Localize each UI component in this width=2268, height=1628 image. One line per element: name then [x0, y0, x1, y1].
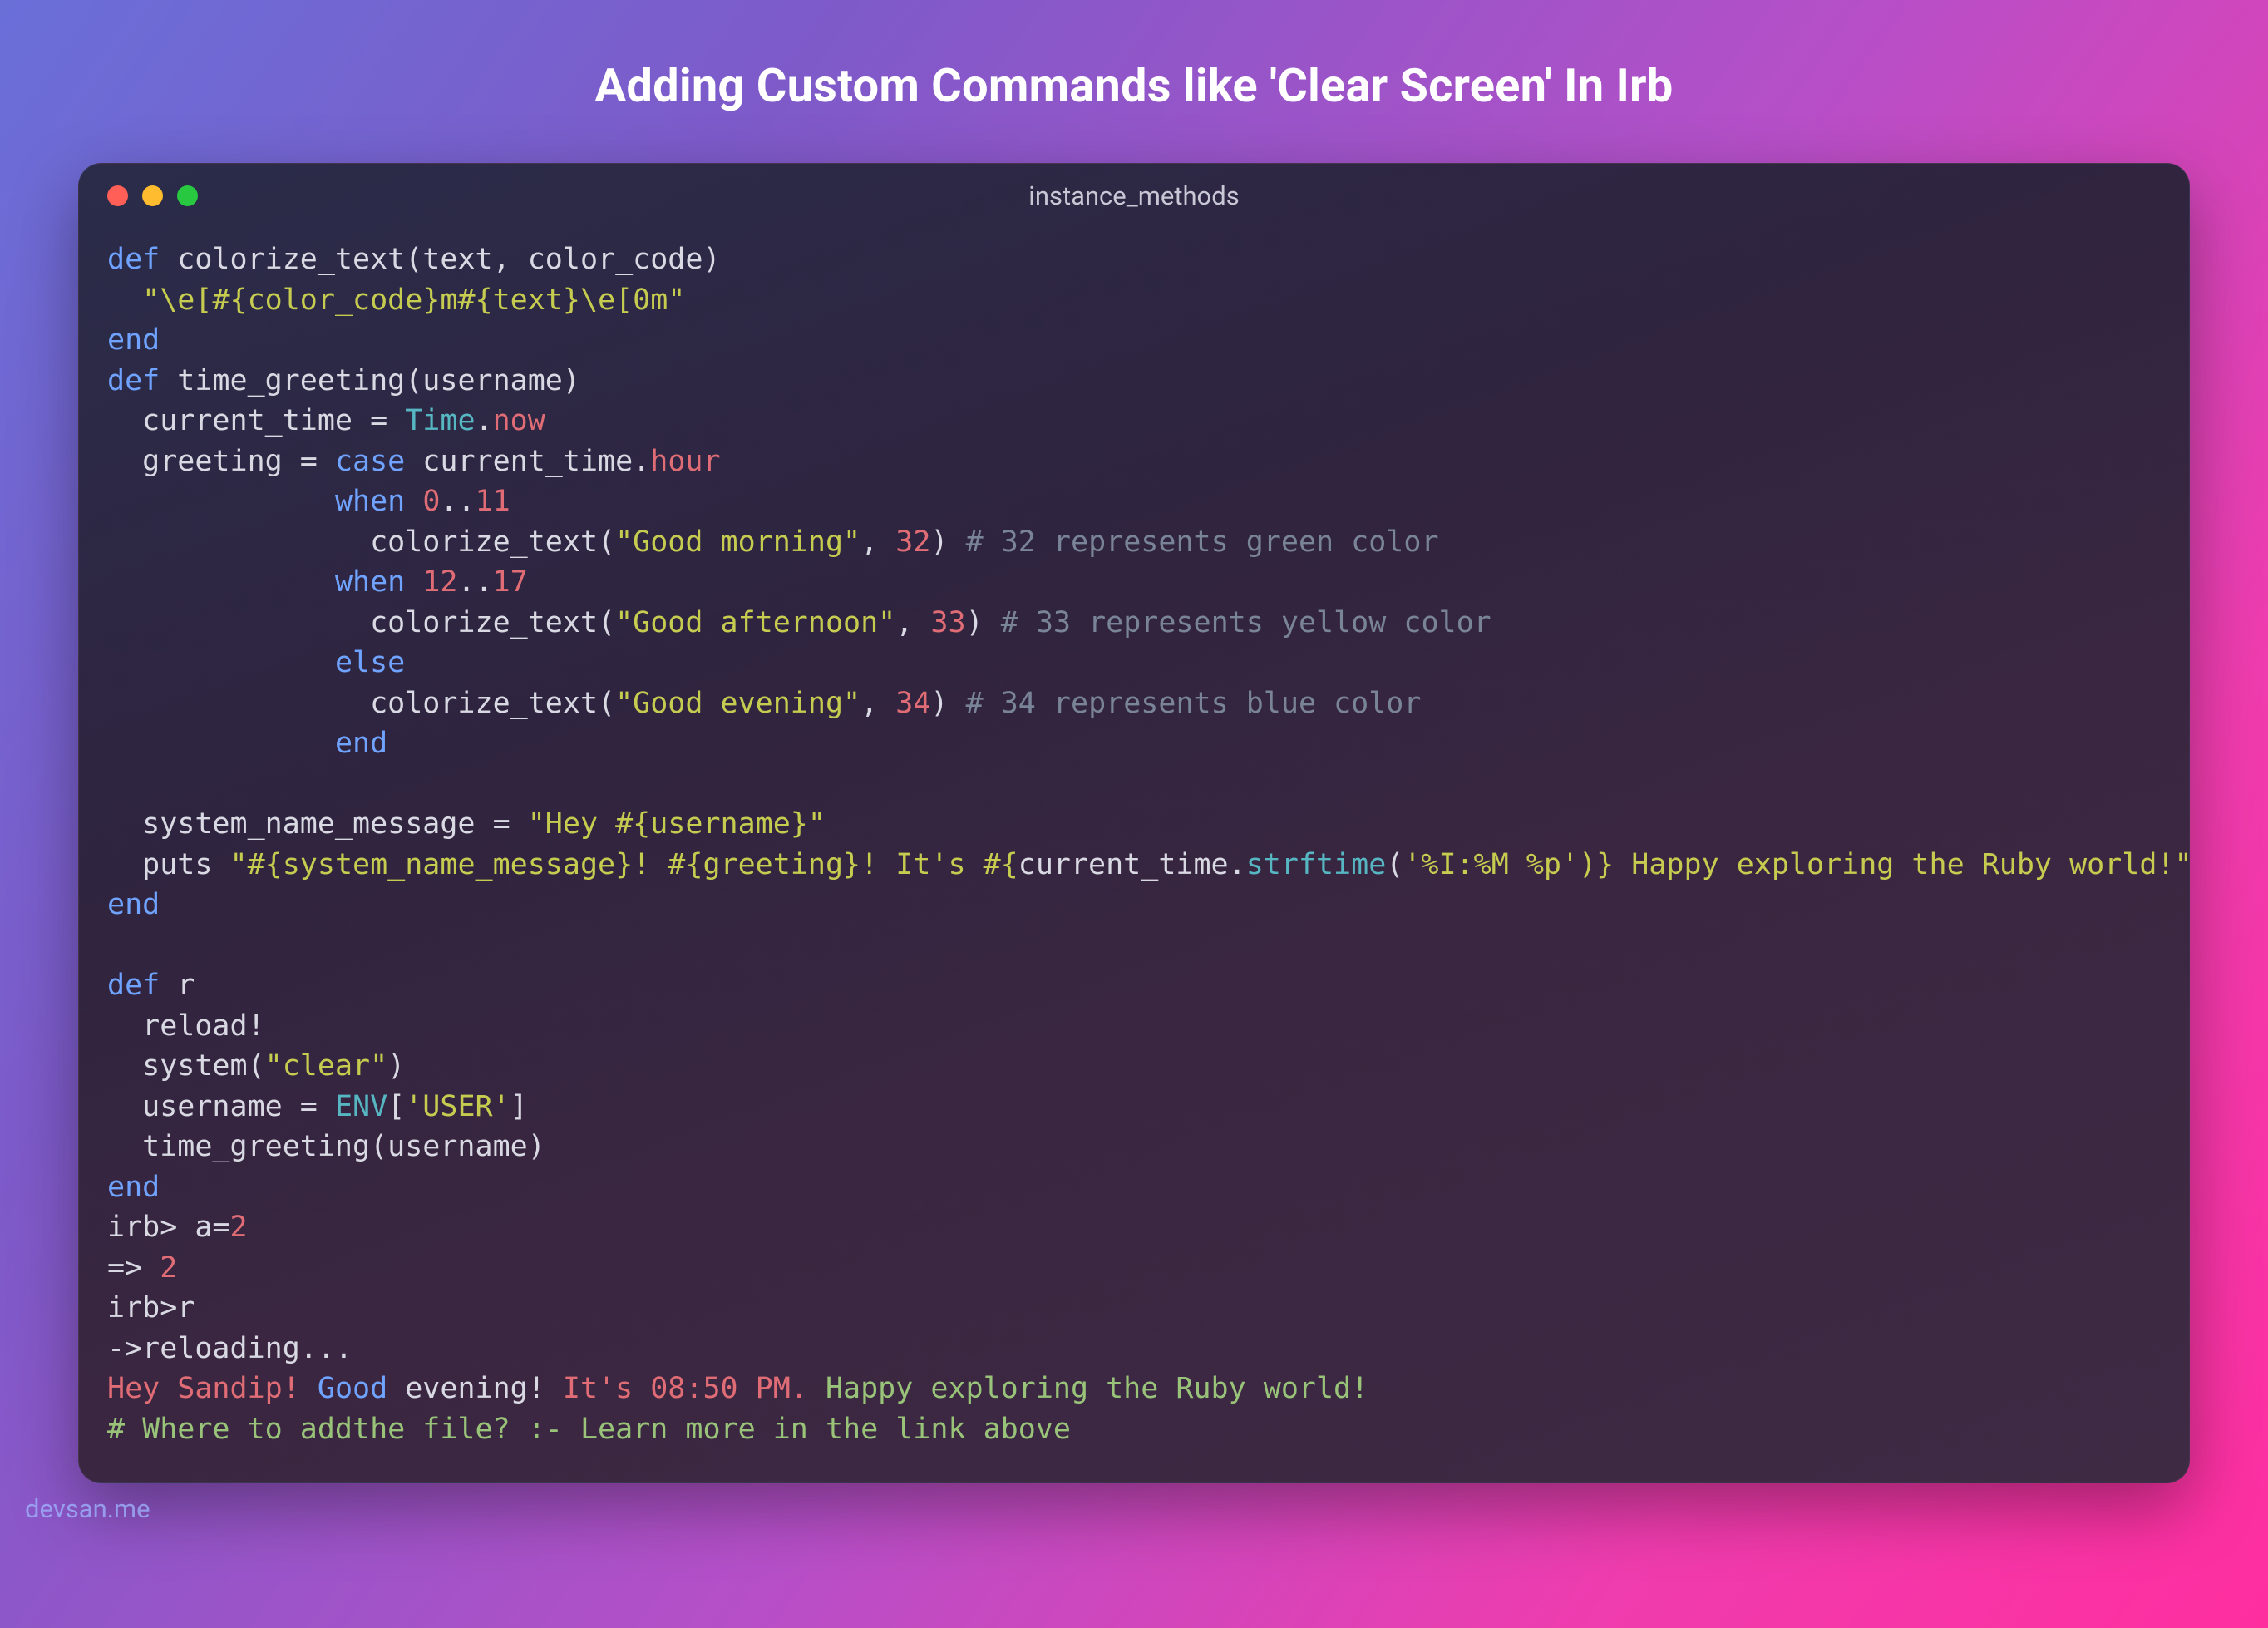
kw-end: end — [107, 323, 160, 357]
irb-result: => — [107, 1251, 160, 1285]
output-greeting: Hey Sandip! — [107, 1372, 300, 1405]
kw-end: end — [335, 727, 387, 760]
output-greeting: Good — [300, 1372, 387, 1405]
code-text: . — [476, 404, 493, 437]
code-block: def colorize_text(text, color_code) "\e[… — [79, 215, 2189, 1482]
code-text — [107, 284, 142, 317]
string-literal: "clear" — [265, 1049, 388, 1083]
code-text: colorize_text( — [107, 606, 615, 639]
number: 34 — [895, 687, 930, 720]
window-titlebar: instance_methods — [79, 164, 2189, 215]
kw-def: def — [107, 364, 160, 397]
method-call: hour — [650, 445, 720, 478]
code-text — [107, 646, 335, 679]
code-text: reload! — [107, 1009, 265, 1043]
number: 33 — [930, 606, 965, 639]
irb-prompt: irb> a= — [107, 1211, 230, 1244]
string-literal: "Good afternoon" — [615, 606, 895, 639]
code-text: ) — [930, 525, 965, 559]
output-time: It's 08:50 PM. — [563, 1372, 808, 1405]
string-literal: )} Happy exploring the Ruby world!" — [1579, 848, 2190, 881]
code-window: instance_methods def colorize_text(text,… — [78, 163, 2190, 1483]
code-text — [405, 565, 422, 599]
string-literal: "Hey #{username}" — [528, 807, 826, 841]
code-text: colorize_text( — [107, 525, 615, 559]
kw-else: else — [335, 646, 405, 679]
number: 17 — [493, 565, 528, 599]
number: 32 — [895, 525, 930, 559]
number: 0 — [422, 485, 440, 518]
kw-when: when — [335, 485, 405, 518]
comment-footer: # Where to addthe file? :- Learn more in… — [107, 1413, 1071, 1446]
code-text: system( — [107, 1049, 265, 1083]
comment: # 33 represents yellow color — [1001, 606, 1491, 639]
code-text: current_time. — [1018, 848, 1246, 881]
number: 2 — [230, 1211, 248, 1244]
const: Time — [405, 404, 475, 437]
code-text: system_name_message = — [107, 807, 528, 841]
code-text: [ — [387, 1090, 405, 1123]
code-text: colorize_text( — [107, 687, 615, 720]
code-text: ( — [1386, 848, 1403, 881]
code-text: current_time = — [107, 404, 405, 437]
code-text: , — [860, 525, 895, 559]
code-text: greeting = — [107, 445, 335, 478]
page-title: Adding Custom Commands like 'Clear Scree… — [595, 58, 1674, 113]
code-text: colorize_text(text, color_code) — [160, 243, 720, 276]
kw-end: end — [107, 888, 160, 921]
code-text: ) — [930, 687, 965, 720]
code-text: ) — [966, 606, 1001, 639]
method-call: now — [493, 404, 545, 437]
output-greeting: evening! — [387, 1372, 563, 1405]
method-call: strftime — [1246, 848, 1387, 881]
string-literal: '%I:%M %p' — [1403, 848, 1579, 881]
code-text — [405, 485, 422, 518]
code-text: username = — [107, 1090, 335, 1123]
irb-output: ->reloading... — [107, 1332, 353, 1365]
string-literal: "\e[#{color_code}m#{text}\e[0m" — [142, 284, 685, 317]
code-text: time_greeting(username) — [160, 364, 580, 397]
const: ENV — [335, 1090, 387, 1123]
code-text — [107, 727, 335, 760]
string-literal: "Good morning" — [615, 525, 860, 559]
code-text: ) — [387, 1049, 405, 1083]
code-text: puts — [107, 848, 230, 881]
code-text: r — [160, 969, 195, 1002]
code-text: current_time. — [405, 445, 650, 478]
code-text: , — [860, 687, 895, 720]
window-title: instance_methods — [79, 180, 2189, 211]
code-text — [107, 485, 335, 518]
irb-prompt: irb>r — [107, 1291, 195, 1325]
kw-def: def — [107, 243, 160, 276]
code-text: .. — [457, 565, 492, 599]
code-text: time_greeting(username) — [107, 1130, 545, 1163]
footer-credit: devsan.me — [25, 1493, 150, 1524]
comment: # 32 represents green color — [966, 525, 1439, 559]
string-literal: "Good evening" — [615, 687, 860, 720]
kw-def: def — [107, 969, 160, 1002]
code-text: , — [895, 606, 930, 639]
code-text — [107, 565, 335, 599]
string-literal: 'USER' — [405, 1090, 510, 1123]
code-text: .. — [440, 485, 475, 518]
output-tail: Happy exploring the Ruby world! — [808, 1372, 1368, 1405]
code-text: ] — [510, 1090, 528, 1123]
string-literal: "#{system_name_message}! #{greeting}! It… — [230, 848, 1018, 881]
number: 2 — [160, 1251, 177, 1285]
kw-end: end — [107, 1171, 160, 1204]
number: 12 — [422, 565, 457, 599]
kw-when: when — [335, 565, 405, 599]
kw-case: case — [335, 445, 405, 478]
number: 11 — [476, 485, 510, 518]
comment: # 34 represents blue color — [966, 687, 1422, 720]
